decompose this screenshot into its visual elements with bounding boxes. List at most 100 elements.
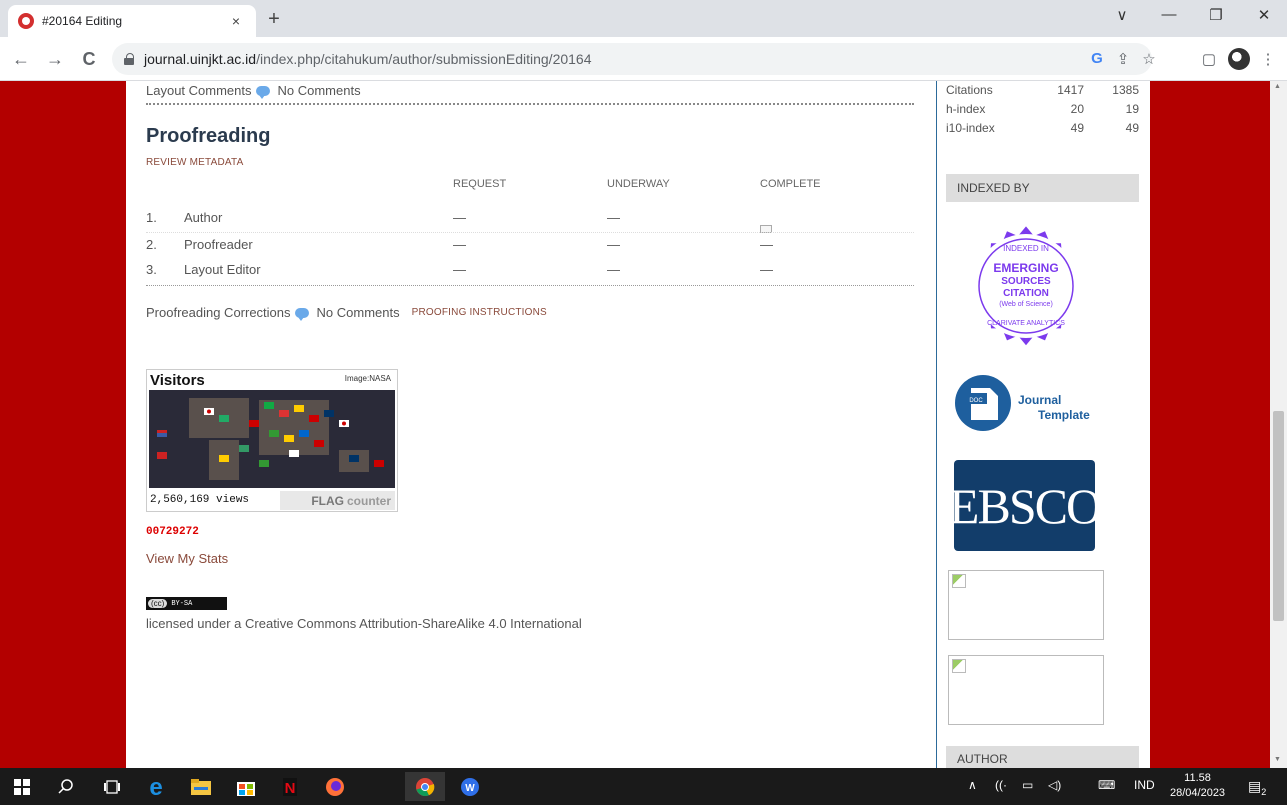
minimize-icon[interactable]: — — [1154, 6, 1184, 23]
back-icon[interactable]: ← — [10, 49, 32, 70]
broken-image-icon — [952, 659, 966, 673]
tab-close-icon[interactable]: × — [226, 13, 246, 29]
cc-badge-text: BY-SA — [171, 599, 193, 608]
page-scrollbar[interactable]: ▲ ▼ — [1270, 81, 1287, 768]
windscribe-icon[interactable]: W — [450, 772, 490, 801]
keyboard-icon[interactable]: ⌨ — [1098, 778, 1115, 792]
citation-all: 20 — [1070, 102, 1084, 116]
sidebar-divider — [936, 81, 937, 768]
row-underway: — — [607, 237, 620, 252]
edge-icon[interactable]: e — [136, 772, 176, 801]
ebsco-logo[interactable]: EBSCO — [949, 460, 1102, 551]
side-panel-icon[interactable]: ▢ — [1199, 50, 1219, 68]
maximize-icon[interactable]: ❐ — [1201, 6, 1231, 24]
address-bar[interactable]: journal.uinjkt.ac.id/index.php/citahukum… — [112, 43, 1152, 75]
row-number: 3. — [146, 262, 157, 277]
broken-image-icon — [952, 574, 966, 588]
share-icon[interactable]: ⇪ — [1113, 50, 1133, 68]
browser-toolbar: ← → C journal.uinjkt.ac.id/index.php/cit… — [0, 37, 1287, 81]
network-icon[interactable]: ▭ — [1022, 778, 1033, 792]
netflix-icon[interactable]: N — [270, 772, 310, 801]
flag-counter-widget[interactable]: Visitors Image:NASA 2,560,169 views FLAG… — [146, 369, 398, 512]
google-translate-icon[interactable]: G — [1087, 50, 1107, 67]
row-complete — [760, 221, 772, 236]
row-underway: — — [607, 210, 620, 225]
cc-license-badge[interactable]: (cc) BY-SA — [146, 597, 227, 610]
language-indicator[interactable]: IND — [1134, 778, 1155, 792]
tab-title: #20164 Editing — [42, 14, 123, 28]
comment-bubble-icon[interactable] — [255, 85, 270, 99]
svg-text:W: W — [465, 783, 475, 794]
url-host: journal.uinjkt.ac.id — [144, 51, 257, 67]
author-heading: AUTHOR — [946, 746, 1139, 768]
row-role: Proofreader — [184, 237, 253, 252]
seal-line-2: EMERGING — [993, 261, 1058, 275]
flag-counter-views: 2,560,169 views — [150, 494, 250, 506]
citation-label: i10-index — [946, 121, 995, 135]
corrections-value: No Comments — [316, 305, 400, 320]
hit-counter[interactable]: 00729272 — [146, 526, 199, 538]
view-my-stats-link[interactable]: View My Stats — [146, 551, 228, 566]
scroll-up-icon[interactable]: ▲ — [1274, 83, 1281, 90]
forward-icon[interactable]: → — [44, 49, 66, 70]
file-explorer-icon[interactable] — [181, 772, 221, 801]
row-number: 2. — [146, 237, 157, 252]
proofreading-corrections: Proofreading Corrections No Comments PRO… — [146, 305, 547, 321]
flag-counter-brand-suffix: counter — [346, 493, 391, 508]
store-icon[interactable] — [226, 772, 266, 801]
clock-date: 28/04/2023 — [1170, 787, 1226, 799]
column-header-complete: COMPLETE — [760, 178, 821, 190]
task-view-icon[interactable] — [92, 772, 132, 801]
flag-counter-brand: FLAG — [311, 493, 344, 508]
chrome-icon[interactable] — [405, 772, 445, 801]
bookmark-star-icon[interactable]: ☆ — [1139, 50, 1159, 68]
search-icon[interactable] — [46, 772, 86, 801]
citation-all: 1417 — [1057, 83, 1084, 97]
notification-center-icon[interactable]: ▤2 — [1248, 778, 1266, 797]
system-clock[interactable]: 11.58 28/04/2023 — [1170, 771, 1225, 801]
new-tab-icon[interactable]: + — [262, 8, 286, 31]
scroll-down-icon[interactable]: ▼ — [1274, 756, 1281, 763]
scrollbar-thumb[interactable] — [1273, 411, 1284, 621]
broken-image[interactable] — [948, 570, 1104, 640]
journal-template-logo[interactable]: DOC Journal Template — [946, 373, 1096, 433]
section-title: Proofreading — [146, 125, 271, 147]
close-window-icon[interactable]: ✕ — [1249, 6, 1279, 24]
clock-time: 11.58 — [1184, 772, 1211, 784]
world-map-image — [149, 390, 395, 488]
review-metadata-link[interactable]: REVIEW METADATA — [146, 157, 243, 168]
doc-badge-text: DOC — [969, 398, 983, 404]
row-complete: — — [760, 262, 773, 277]
site-favicon-icon — [18, 13, 34, 29]
seal-line-1: INDEXED IN — [1003, 244, 1049, 253]
cc-logo: (cc) — [148, 599, 168, 608]
browser-tabstrip: #20164 Editing × + ∨ — ❐ ✕ — [0, 0, 1287, 37]
tab-search-icon[interactable]: ∨ — [1107, 6, 1137, 24]
wifi-icon[interactable]: ((· — [995, 778, 1007, 792]
browser-menu-icon[interactable]: ⋮ — [1258, 50, 1278, 68]
divider — [146, 103, 914, 105]
seal-line-5: (Web of Science) — [999, 301, 1053, 308]
citation-row: i10-index 49 49 — [946, 121, 1146, 140]
row-complete: — — [760, 237, 773, 252]
browser-tab[interactable]: #20164 Editing × — [8, 5, 256, 37]
journal-template-line-1: Journal — [1018, 393, 1061, 407]
layout-comments-label: Layout Comments — [146, 83, 252, 98]
comment-bubble-icon[interactable] — [294, 307, 309, 321]
seal-line-6: CLARIVATE ANALYTICS — [987, 320, 1065, 327]
proofing-instructions-link[interactable]: PROOFING INSTRUCTIONS — [412, 307, 547, 318]
divider — [146, 285, 914, 286]
tray-expand-icon[interactable]: ∧ — [968, 778, 977, 792]
lock-icon[interactable] — [124, 53, 134, 65]
row-request: — — [453, 237, 466, 252]
reload-icon[interactable]: C — [78, 49, 100, 70]
esci-seal-logo[interactable]: INDEXED IN EMERGING SOURCES CITATION (We… — [966, 218, 1086, 358]
citation-since: 1385 — [1112, 83, 1139, 97]
notification-count: 2 — [1261, 786, 1267, 797]
volume-icon[interactable]: ◁) — [1048, 778, 1061, 792]
firefox-icon[interactable] — [315, 772, 355, 801]
start-icon[interactable] — [2, 772, 42, 801]
citation-since: 19 — [1125, 102, 1139, 116]
broken-image[interactable] — [948, 655, 1104, 725]
profile-avatar[interactable] — [1228, 48, 1250, 70]
